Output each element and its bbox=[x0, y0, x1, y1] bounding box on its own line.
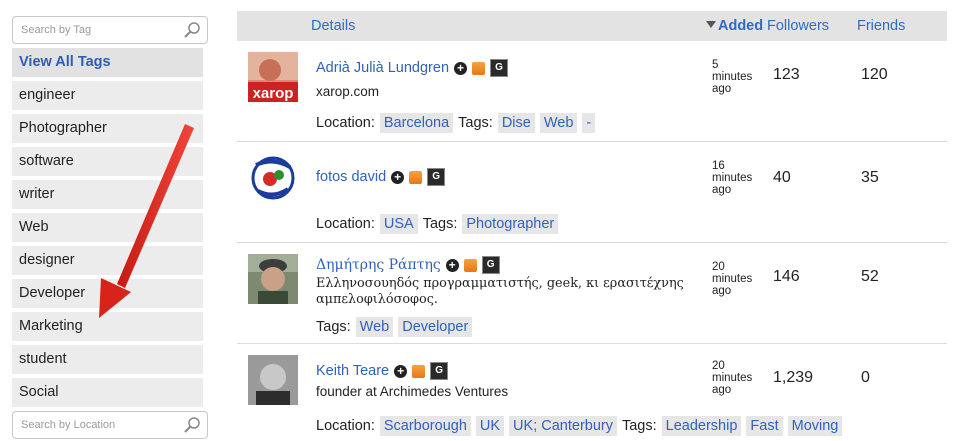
search-icon[interactable] bbox=[183, 21, 201, 39]
tag-chip[interactable]: Moving bbox=[787, 416, 843, 436]
google-icon[interactable]: G bbox=[490, 59, 509, 77]
tags-label: Tags: bbox=[458, 115, 493, 131]
followers-count: 40 bbox=[773, 169, 791, 186]
tag-chip[interactable]: Photographer bbox=[462, 214, 559, 234]
tag-item-designer[interactable]: designer bbox=[12, 246, 203, 275]
user-name-link[interactable]: Adrià Julià Lundgren bbox=[316, 60, 449, 76]
user-name-line: Keith Teare + G bbox=[316, 362, 449, 380]
rss-icon[interactable] bbox=[463, 258, 477, 272]
add-icon[interactable]: + bbox=[445, 258, 459, 272]
tag-list: View All Tags engineer Photographer soft… bbox=[12, 48, 208, 407]
location-chip[interactable]: UK bbox=[475, 416, 505, 436]
user-name-link[interactable]: Δημήτρης Ράπτης bbox=[316, 257, 441, 273]
followers-count: 146 bbox=[773, 268, 800, 285]
tag-chip[interactable]: Developer bbox=[398, 317, 473, 337]
tag-item-engineer[interactable]: engineer bbox=[12, 81, 203, 110]
friends-count: 35 bbox=[861, 169, 879, 186]
google-icon[interactable]: G bbox=[430, 362, 449, 380]
table-header: Details Added Followers Friends bbox=[237, 11, 947, 41]
friends-count: 52 bbox=[861, 268, 879, 285]
add-icon[interactable]: + bbox=[391, 170, 405, 184]
view-all-tags-link[interactable]: View All Tags bbox=[12, 48, 203, 77]
avatar[interactable] bbox=[248, 254, 298, 304]
tag-search-input[interactable] bbox=[13, 17, 173, 43]
friends-column-header[interactable]: Friends bbox=[857, 18, 905, 34]
add-icon[interactable]: + bbox=[394, 364, 408, 378]
added-time: 20 minutes ago bbox=[712, 261, 753, 297]
added-time: 16 minutes ago bbox=[712, 160, 753, 196]
tag-item-social[interactable]: Social bbox=[12, 378, 203, 407]
details-column-header[interactable]: Details bbox=[311, 18, 355, 34]
tag-item-photographer[interactable]: Photographer bbox=[12, 114, 203, 143]
user-name-link[interactable]: fotos david bbox=[316, 169, 386, 185]
tag-item-developer[interactable]: Developer bbox=[12, 279, 203, 308]
friends-count: 0 bbox=[861, 369, 870, 386]
user-bio: xarop.com bbox=[316, 84, 380, 99]
user-name-link[interactable]: Keith Teare bbox=[316, 363, 389, 379]
added-time: 5 minutes ago bbox=[712, 59, 753, 95]
followers-count: 123 bbox=[773, 66, 800, 83]
user-meta: Location: USA Tags: Photographer bbox=[316, 214, 559, 234]
avatar-text: xarop bbox=[253, 85, 294, 102]
user-meta: Location: Scarborough UK UK; Canterbury … bbox=[316, 416, 843, 436]
user-name-line: Adrià Julià Lundgren + G bbox=[316, 59, 509, 77]
tag-chip[interactable]: Web bbox=[355, 317, 394, 337]
avatar[interactable]: xarop bbox=[248, 52, 298, 102]
tag-item-writer[interactable]: writer bbox=[12, 180, 203, 209]
tag-item-web[interactable]: Web bbox=[12, 213, 203, 242]
location-chip[interactable]: Scarborough bbox=[379, 416, 471, 436]
tag-chip[interactable]: Leadership bbox=[661, 416, 742, 436]
user-bio: founder at Archimedes Ventures bbox=[316, 384, 509, 399]
location-label: Location: bbox=[316, 418, 375, 434]
tags-label: Tags: bbox=[422, 216, 458, 232]
tag-item-student[interactable]: student bbox=[12, 345, 203, 374]
user-meta: Tags: Web Developer bbox=[316, 317, 473, 337]
location-chip[interactable]: USA bbox=[379, 214, 418, 234]
added-time: 20 minutes ago bbox=[712, 360, 753, 396]
rss-icon[interactable] bbox=[409, 170, 423, 184]
google-icon[interactable]: G bbox=[427, 168, 446, 186]
tag-search-box bbox=[12, 16, 208, 44]
tag-chip[interactable]: Dise bbox=[497, 113, 535, 133]
sort-desc-icon bbox=[706, 21, 716, 28]
location-label: Location: bbox=[316, 216, 375, 232]
location-search-box bbox=[12, 411, 208, 439]
tag-chip[interactable]: Fast bbox=[746, 416, 783, 436]
table-row: xarop Adrià Julià Lundgren + G xarop.com… bbox=[237, 41, 947, 142]
search-icon[interactable] bbox=[183, 416, 201, 434]
tag-chip[interactable]: - bbox=[582, 113, 596, 133]
avatar[interactable] bbox=[248, 153, 298, 203]
location-search-input[interactable] bbox=[13, 412, 173, 438]
location-label: Location: bbox=[316, 115, 375, 131]
rss-icon[interactable] bbox=[412, 364, 426, 378]
location-chip[interactable]: UK; Canterbury bbox=[509, 416, 617, 436]
user-name-line: fotos david + G bbox=[316, 168, 446, 186]
followers-column-header[interactable]: Followers bbox=[767, 18, 829, 34]
add-icon[interactable]: + bbox=[454, 61, 468, 75]
user-name-line: Δημήτρης Ράπτης + G bbox=[316, 256, 500, 274]
tag-chip[interactable]: Web bbox=[539, 113, 578, 133]
tag-sidebar: View All Tags engineer Photographer soft… bbox=[12, 16, 208, 439]
user-bio: Ελληνοσουηδός προγραμματιστής, geek, κι … bbox=[316, 276, 684, 307]
tag-item-marketing[interactable]: Marketing bbox=[12, 312, 203, 341]
added-column-header[interactable]: Added bbox=[706, 18, 763, 34]
location-chip[interactable]: Barcelona bbox=[379, 113, 454, 133]
table-row: fotos david + G 16 minutes ago 40 35 Locat… bbox=[237, 142, 947, 243]
table-row: Δημήτρης Ράπτης + G Ελληνοσουηδός προγρα… bbox=[237, 243, 947, 344]
user-table: Details Added Followers Friends xarop Ad… bbox=[237, 11, 947, 440]
tags-label: Tags: bbox=[621, 418, 657, 434]
avatar[interactable] bbox=[248, 355, 298, 405]
rss-icon[interactable] bbox=[472, 61, 486, 75]
followers-count: 1,239 bbox=[773, 369, 814, 386]
tags-label: Tags: bbox=[316, 319, 351, 335]
tag-item-software[interactable]: software bbox=[12, 147, 203, 176]
google-icon[interactable]: G bbox=[481, 256, 500, 274]
table-row: Keith Teare + G founder at Archimedes Ve… bbox=[237, 344, 947, 440]
user-meta: Location: Barcelona Tags: Dise Web - bbox=[316, 113, 596, 133]
friends-count: 120 bbox=[861, 66, 888, 83]
